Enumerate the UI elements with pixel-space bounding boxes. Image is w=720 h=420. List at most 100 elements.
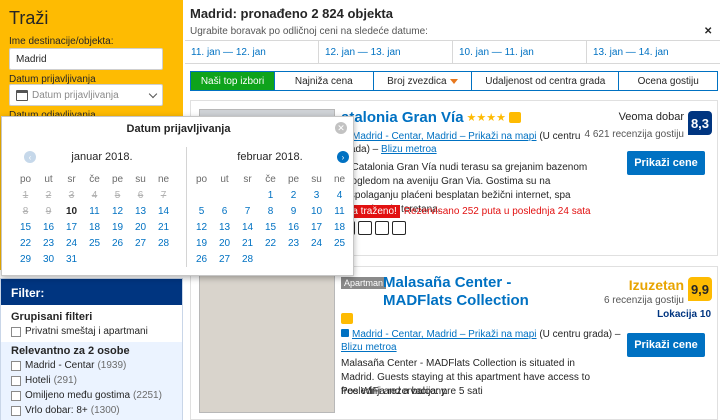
- weekday-label: ut: [220, 174, 229, 185]
- calendar-day[interactable]: 4: [328, 189, 351, 202]
- empty-day: [236, 189, 259, 202]
- location-link[interactable]: Madrid - Centar, Madrid – Prikaži na map…: [352, 329, 537, 340]
- destination-input[interactable]: Madrid: [9, 48, 163, 70]
- calendar-day[interactable]: 19: [190, 237, 213, 250]
- location-score: Lokacija 10: [657, 309, 711, 320]
- calendar-day[interactable]: 22: [14, 237, 37, 250]
- filter-checkbox-center[interactable]: Madrid - Centar (1939): [11, 358, 126, 373]
- checkbox[interactable]: [11, 375, 21, 386]
- sort-tab-lowest-price[interactable]: Najniža cena: [275, 72, 374, 90]
- calendar-day[interactable]: 10: [305, 205, 328, 218]
- calendar-day[interactable]: 14: [236, 221, 259, 234]
- calendar-day[interactable]: 28: [152, 237, 175, 250]
- calendar-day[interactable]: 18: [328, 221, 351, 234]
- calendar-day[interactable]: 6: [213, 205, 236, 218]
- calendar-day[interactable]: 21: [152, 221, 175, 234]
- calendar-day[interactable]: 25: [328, 237, 351, 250]
- checkbox[interactable]: [11, 360, 21, 371]
- checkbox[interactable]: [11, 326, 21, 337]
- calendar-day[interactable]: 17: [305, 221, 328, 234]
- sort-tab-guest-rating[interactable]: Ocena gostiju: [619, 72, 718, 90]
- location-link[interactable]: Madrid - Centar, Madrid – Prikaži na map…: [352, 131, 537, 142]
- calendar-month-january: po ut sr če pe su ne 1 2 3 4 5 6 7 8 9 10 11 12 13 14 15 16 17 1…: [14, 173, 175, 266]
- review-count[interactable]: 4 621 recenzija gostiju: [571, 129, 684, 140]
- calendar-day[interactable]: 2: [282, 189, 305, 202]
- checkbox[interactable]: [11, 405, 21, 416]
- weekday-label: ne: [157, 174, 170, 185]
- calendar-day: 4: [91, 190, 98, 201]
- checkbox[interactable]: [11, 390, 21, 401]
- calendar-day[interactable]: 29: [14, 253, 37, 266]
- hotel-name[interactable]: Malasaña Center - MADFlats Collection: [383, 274, 583, 310]
- calendar-day[interactable]: 16: [282, 221, 305, 234]
- urgency-line: ma traženo! Rezervisano 252 puta u posle…: [341, 205, 591, 218]
- calendar-day[interactable]: 26: [106, 237, 129, 250]
- hotel-photo[interactable]: [199, 275, 335, 413]
- calendar-day[interactable]: 25: [83, 237, 106, 250]
- filter-group-title: Grupisani filteri: [11, 311, 93, 323]
- calendar-day[interactable]: 26: [190, 253, 213, 266]
- checkin-date-select[interactable]: Datum prijavljivanja: [9, 84, 163, 106]
- calendar-day[interactable]: 11: [328, 205, 351, 218]
- calendar-day[interactable]: 31: [60, 253, 83, 266]
- show-prices-button[interactable]: Prikaži cene: [627, 333, 705, 357]
- calendar-day[interactable]: 15: [259, 221, 282, 234]
- calendar-day[interactable]: 20: [129, 221, 152, 234]
- sort-tab-top-picks[interactable]: Naši top izbori: [191, 72, 275, 90]
- calendar-day[interactable]: 13: [213, 221, 236, 234]
- calendar-day[interactable]: 5: [190, 205, 213, 218]
- calendar-day[interactable]: 3: [305, 189, 328, 202]
- empty-day: [129, 253, 152, 266]
- calendar-day[interactable]: 20: [213, 237, 236, 250]
- calendar-day[interactable]: 21: [236, 237, 259, 250]
- calendar-day[interactable]: 23: [37, 237, 60, 250]
- calendar-day[interactable]: 14: [152, 205, 175, 218]
- filter-checkbox-guest-favorite[interactable]: Omiljeno među gostima (2251): [11, 388, 162, 403]
- calendar-day[interactable]: 10: [60, 205, 83, 218]
- filter-checkbox-private[interactable]: Privatni smeštaj i apartmani: [11, 324, 148, 339]
- empty-day: [83, 253, 106, 266]
- calendar-day[interactable]: 30: [37, 253, 60, 266]
- date-option[interactable]: 12. jan — 13. jan: [319, 41, 453, 63]
- calendar-day[interactable]: 9: [282, 205, 305, 218]
- calendar-day[interactable]: 16: [37, 221, 60, 234]
- calendar-day[interactable]: 13: [129, 205, 152, 218]
- calendar-day[interactable]: 28: [236, 253, 259, 266]
- sort-bar: Naši top izbori Najniža cena Broj zvezdi…: [190, 71, 718, 91]
- weekday-label: če: [89, 174, 100, 185]
- filter-checkbox-hotels[interactable]: Hoteli (291): [11, 373, 77, 388]
- sort-tab-stars[interactable]: Broj zvezdica: [373, 72, 473, 90]
- calendar-day[interactable]: 22: [259, 237, 282, 250]
- calendar-day[interactable]: 17: [60, 221, 83, 234]
- close-icon[interactable]: ✕: [335, 122, 347, 134]
- metro-link[interactable]: Blizu metroa: [341, 342, 397, 353]
- calendar-day[interactable]: 1: [259, 189, 282, 202]
- calendar-day[interactable]: 18: [83, 221, 106, 234]
- date-option[interactable]: 13. jan — 14. jan: [587, 41, 720, 63]
- calendar-day[interactable]: 27: [129, 237, 152, 250]
- calendar-day[interactable]: 23: [282, 237, 305, 250]
- date-option[interactable]: 10. jan — 11. jan: [453, 41, 587, 63]
- sort-tab-distance[interactable]: Udaljenost od centra grada: [472, 72, 620, 90]
- close-icon[interactable]: ✕: [704, 26, 712, 37]
- checkin-placeholder: Datum prijavljivanja: [32, 89, 119, 101]
- calendar-day[interactable]: 27: [213, 253, 236, 266]
- calendar-day[interactable]: 12: [190, 221, 213, 234]
- calendar-day[interactable]: 24: [305, 237, 328, 250]
- calendar-day[interactable]: 7: [236, 205, 259, 218]
- weekday-label: su: [311, 174, 322, 185]
- booked-text: Rezervisano 252 puta u poslednja 24 sata: [403, 206, 591, 217]
- calendar-day[interactable]: 11: [83, 205, 106, 218]
- calendar-day[interactable]: 8: [259, 205, 282, 218]
- metro-link[interactable]: Blizu metroa: [381, 144, 437, 155]
- calendar-day[interactable]: 19: [106, 221, 129, 234]
- review-count[interactable]: 6 recenzija gostiju: [571, 295, 684, 306]
- show-prices-button[interactable]: Prikaži cene: [627, 151, 705, 175]
- calendar-day[interactable]: 15: [14, 221, 37, 234]
- calendar-icon: [16, 89, 28, 101]
- calendar-day[interactable]: 12: [106, 205, 129, 218]
- calendar-day[interactable]: 24: [60, 237, 83, 250]
- filter-checkbox-very-good[interactable]: Vrlo dobar: 8+ (1300): [11, 403, 120, 418]
- hotel-name[interactable]: atalonia Gran Vía: [341, 109, 464, 126]
- date-option[interactable]: 11. jan — 12. jan: [185, 41, 319, 63]
